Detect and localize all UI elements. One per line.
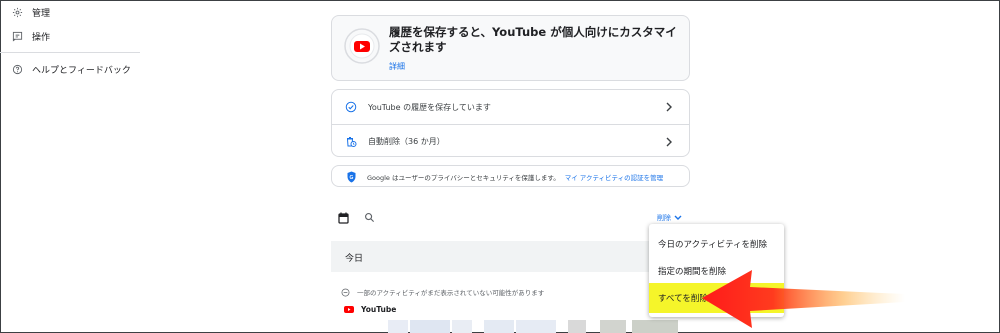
chevron-down-icon bbox=[674, 215, 682, 220]
source-label: YouTube bbox=[361, 305, 397, 314]
delete-today-item[interactable]: 今日のアクティビティを削除 bbox=[649, 229, 784, 259]
history-promo-card: 履歴を保存すると、YouTube が個人向けにカスタマイズされます 詳細 bbox=[331, 15, 690, 81]
sidebar-divider bbox=[0, 52, 140, 53]
help-icon bbox=[12, 64, 23, 75]
auto-delete-icon bbox=[346, 136, 357, 147]
info-text: 一部のアクティビティがまだ表示されていない可能性があります bbox=[357, 289, 545, 297]
thumbnail[interactable] bbox=[516, 320, 556, 333]
settings-list: YouTube の履歴を保存しています 自動削除（36 か月） bbox=[331, 89, 690, 157]
pending-activity-info: 一部のアクティビティがまだ表示されていない可能性があります bbox=[341, 287, 544, 297]
promo-title: 履歴を保存すると、YouTube が個人向けにカスタマイズされます bbox=[389, 25, 677, 54]
sidebar-item-manage[interactable]: 管理 bbox=[12, 6, 50, 19]
auto-delete-row[interactable]: 自動削除（36 か月） bbox=[332, 124, 689, 158]
learn-more-link[interactable]: 詳細 bbox=[389, 61, 405, 72]
manage-verification-link[interactable]: マイ アクティビティの認証を管理 bbox=[565, 174, 663, 182]
thumbnail[interactable] bbox=[484, 320, 514, 333]
delete-button-label: 削除 bbox=[657, 214, 671, 222]
calendar-icon[interactable] bbox=[338, 212, 349, 224]
row-label: YouTube の履歴を保存しています bbox=[368, 102, 491, 112]
sidebar-item-controls[interactable]: 操作 bbox=[12, 30, 50, 43]
shield-icon: G bbox=[347, 171, 356, 183]
gear-icon bbox=[12, 7, 23, 18]
sidebar-item-label: 操作 bbox=[32, 33, 51, 43]
sidebar-item-help[interactable]: ヘルプとフィードバック bbox=[12, 63, 131, 76]
check-circle-icon bbox=[345, 101, 357, 113]
privacy-notice: G Google はユーザーのプライバシーとセキュリティを保護します。 マイ アク… bbox=[331, 165, 690, 187]
privacy-notice-text: Google はユーザーのプライバシーとセキュリティを保護します。 マイ アクティ… bbox=[367, 172, 663, 182]
thumbnail[interactable] bbox=[568, 320, 586, 333]
pointer-arrow-icon bbox=[702, 270, 905, 328]
row-label: 自動削除（36 か月） bbox=[368, 137, 445, 146]
date-section-header: 今日 bbox=[331, 241, 650, 272]
thumbnail[interactable] bbox=[632, 320, 678, 333]
sidebar-item-label: ヘルプとフィードバック bbox=[32, 66, 131, 76]
search-icon[interactable] bbox=[364, 212, 375, 223]
svg-text:G: G bbox=[350, 175, 354, 181]
delete-button[interactable]: 削除 bbox=[657, 213, 682, 223]
thumbnail[interactable] bbox=[410, 320, 450, 333]
minus-circle-icon bbox=[341, 288, 350, 296]
thumbnail[interactable] bbox=[452, 320, 472, 333]
youtube-history-icon bbox=[344, 28, 380, 64]
activity-source: YouTube bbox=[344, 305, 396, 314]
activity-thumbnails bbox=[388, 320, 678, 333]
chevron-right-icon bbox=[666, 137, 672, 146]
thumbnail[interactable] bbox=[600, 320, 626, 333]
feedback-icon bbox=[12, 31, 23, 42]
notice-message: Google はユーザーのプライバシーとセキュリティを保護します。 bbox=[367, 174, 560, 182]
date-label: 今日 bbox=[345, 254, 364, 264]
chevron-right-icon bbox=[666, 102, 672, 112]
history-setting-row[interactable]: YouTube の履歴を保存しています bbox=[332, 90, 689, 124]
sidebar-item-label: 管理 bbox=[32, 9, 51, 19]
youtube-icon bbox=[344, 306, 354, 313]
thumbnail[interactable] bbox=[388, 320, 408, 333]
